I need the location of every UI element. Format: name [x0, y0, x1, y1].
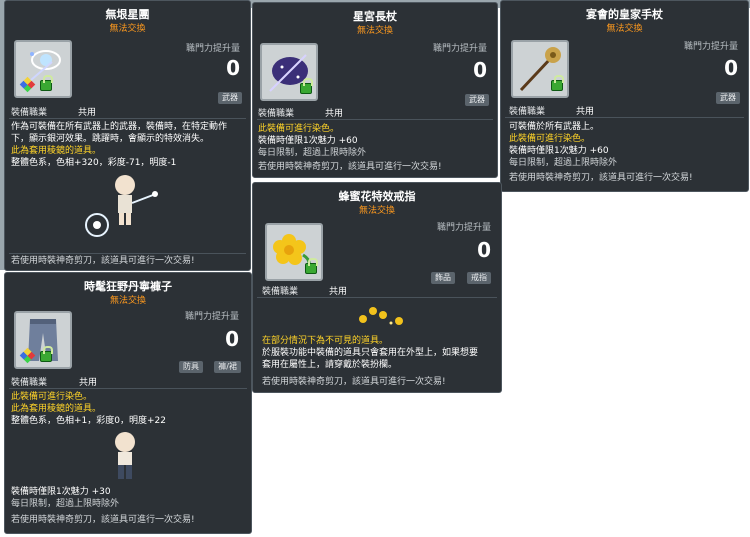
- divider: [9, 253, 246, 254]
- divider: [257, 297, 497, 298]
- description-line: 可裝備於所有武器上。: [509, 122, 600, 132]
- lock-icon: [300, 78, 313, 94]
- description-line: 裝備時僅限1次魅力 +60: [509, 146, 609, 156]
- character-preview: [107, 431, 143, 483]
- untradable-label: 無法交換: [606, 24, 643, 34]
- description-line: 整體色系，色相+320，彩度-71，明度-1: [11, 158, 177, 168]
- category-tag: 武器: [465, 94, 489, 106]
- category-tag: 武器: [218, 92, 242, 104]
- item-tooltip-royal-banquet-cane: 宴會的皇家手杖 無法交換 職門力提升量 0 武器 裝備職業 共用 可裝備於所有武…: [500, 0, 749, 192]
- untradable-label: 無法交換: [356, 26, 393, 36]
- denim-pants-icon: [14, 311, 72, 369]
- item-tooltip-star-cluster: 無垠星團 無法交換 職門力提升量 0 武器 裝備職業 共用 作為可裝備在所有武器…: [4, 0, 251, 271]
- item-tooltip-star-palace-staff: 星宮長杖 無法交換 職門力提升量 0 武器 裝備職業 共用 此裝備可進行染色。 …: [252, 2, 498, 178]
- lock-icon: [40, 346, 53, 362]
- description-line: 作為可裝備在所有武器上的武器，裝備時，在特定動作: [11, 122, 228, 132]
- trade-note: 若使用時裝神奇剪刀，該道具可進行一次交易!: [11, 256, 195, 266]
- job-value: 共用: [329, 287, 348, 297]
- description-line: 此裝備可進行染色。: [258, 124, 340, 134]
- trade-note: 若使用時裝神奇剪刀，該道具可進行一次交易!: [258, 162, 442, 172]
- item-name: 宴會的皇家手杖: [586, 8, 663, 21]
- lock-icon: [551, 75, 564, 91]
- job-label: 裝備職業: [258, 109, 295, 119]
- honey-flower-ring-icon: [265, 223, 323, 281]
- description-line: 整體色系，色相+1，彩度0，明度+22: [11, 416, 166, 426]
- job-label: 裝備職業: [11, 378, 48, 388]
- job-label: 裝備職業: [262, 287, 299, 297]
- divider: [9, 118, 246, 119]
- power-value: 0: [724, 56, 738, 80]
- star-cluster-weapon-icon: [14, 40, 72, 98]
- category-tag: 防具: [179, 361, 203, 373]
- item-tooltip-denim-pants: 時髦狂野丹寧褲子 無法交換 職門力提升量 0 防具 褲/裙 裝備職業 共用 此裝…: [4, 272, 252, 534]
- item-name: 蜂蜜花特效戒指: [338, 190, 416, 203]
- description-line: 此裝備可進行染色。: [509, 134, 591, 144]
- royal-banquet-cane-icon: [511, 40, 569, 98]
- job-value: 共用: [79, 378, 98, 388]
- trade-note: 若使用時裝神奇剪刀，該道具可進行一次交易!: [11, 515, 195, 525]
- untradable-label: 無法交換: [358, 206, 395, 216]
- item-name: 無垠星團: [105, 8, 150, 21]
- description-line: 此裝備可進行染色。: [11, 392, 93, 402]
- category-tag: 戒指: [467, 272, 491, 284]
- untradable-label: 無法交換: [109, 24, 146, 34]
- description-line: 此為套用稜鏡的道具。: [11, 146, 102, 156]
- trade-note: 若使用時裝神奇剪刀，該道具可進行一次交易!: [262, 377, 446, 387]
- description-line: 套用在屬性上，請穿戴於裝扮欄。: [262, 360, 398, 370]
- untradable-label: 無法交換: [109, 296, 146, 306]
- job-value: 共用: [325, 109, 344, 119]
- description-line: 下，顯示銀河效果。跳躍時，會顯示的特效消失。: [11, 134, 210, 144]
- divider: [505, 117, 744, 118]
- lock-icon: [40, 75, 53, 91]
- power-value: 0: [225, 327, 239, 351]
- item-name: 時髦狂野丹寧褲子: [84, 280, 172, 293]
- description-line: 於服裝功能中裝備的道具只會套用在外型上，如果想要: [262, 348, 479, 358]
- item-tooltip-honey-flower-ring: 蜂蜜花特效戒指 無法交換 職門力提升量 0 飾品 戒指 裝備職業 共用 在部分情…: [252, 182, 502, 393]
- power-value: 0: [226, 56, 240, 80]
- item-name: 星宮長杖: [353, 10, 397, 23]
- job-value: 共用: [78, 108, 97, 118]
- category-tag: 褲/裙: [214, 361, 241, 373]
- power-value: 0: [473, 58, 487, 82]
- power-value: 0: [477, 238, 491, 262]
- description-line: 此為套用稜鏡的道具。: [11, 404, 102, 414]
- power-label: 職門力提升量: [184, 312, 239, 322]
- description-line: 裝備時僅限1次魅力 +30: [11, 487, 111, 497]
- job-label: 裝備職業: [509, 107, 546, 117]
- divider: [257, 119, 493, 120]
- power-label: 職門力提升量: [436, 223, 491, 233]
- description-line: 在部分情況下為不可見的道具。: [262, 336, 389, 346]
- category-tag: 武器: [716, 92, 740, 104]
- lock-icon: [305, 258, 318, 274]
- character-preview: [75, 173, 165, 245]
- description-line: 每日限制，超過上限時除外: [11, 499, 120, 509]
- star-palace-staff-icon: [260, 43, 318, 101]
- job-value: 共用: [576, 107, 595, 117]
- description-line: 每日限制，超過上限時除外: [258, 148, 367, 158]
- job-label: 裝備職業: [11, 108, 48, 118]
- description-line: 裝備時僅限1次魅力 +60: [258, 136, 358, 146]
- honey-bees-preview: [349, 301, 409, 331]
- category-tag: 飾品: [431, 272, 455, 284]
- power-label: 職門力提升量: [432, 44, 487, 54]
- divider: [9, 388, 247, 389]
- trade-note: 若使用時裝神奇剪刀，該道具可進行一次交易!: [509, 173, 693, 183]
- description-line: 每日限制，超過上限時除外: [509, 158, 618, 168]
- power-label: 職門力提升量: [185, 44, 240, 54]
- power-label: 職門力提升量: [683, 42, 738, 52]
